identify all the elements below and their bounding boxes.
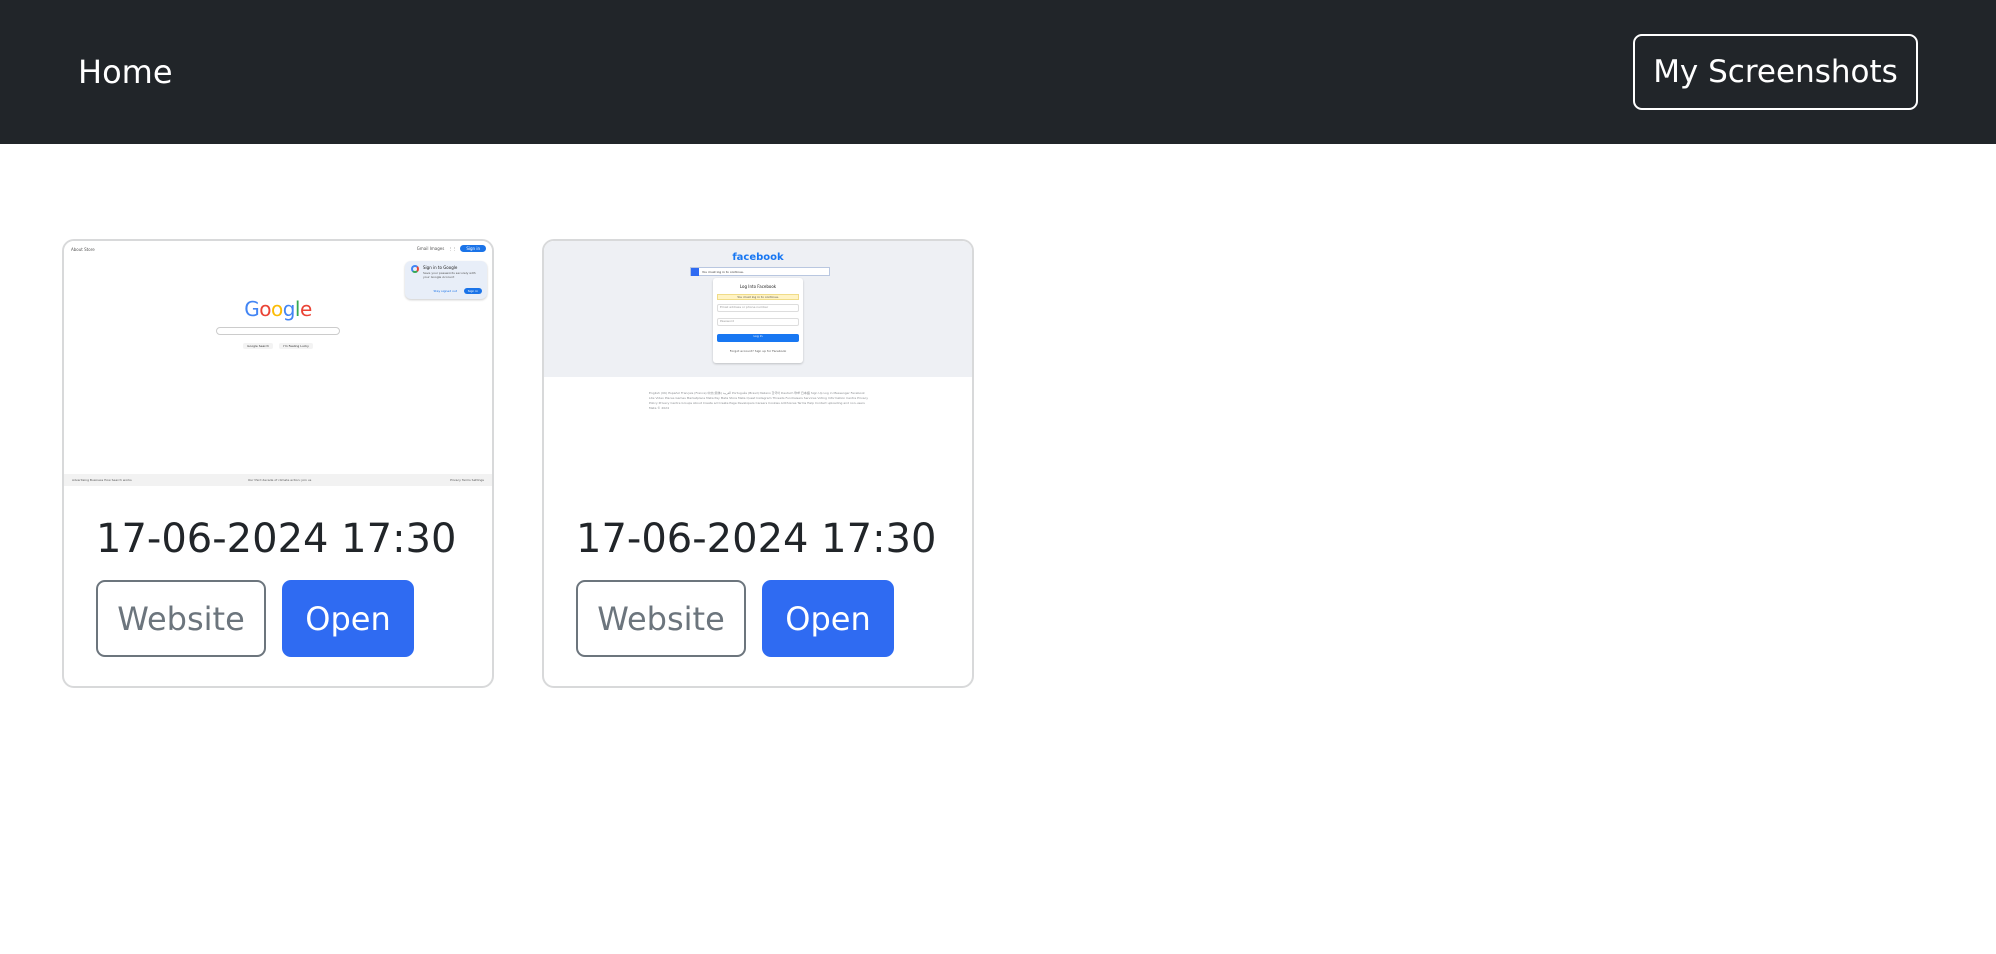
google-signin-popup: Sign in to Google Save your passwords se… <box>405 261 487 299</box>
footer-right: Privacy Terms Settings <box>450 478 484 482</box>
open-button[interactable]: Open <box>762 580 894 657</box>
footer-left: Advertising Business How Search works <box>72 478 132 482</box>
open-button[interactable]: Open <box>282 580 414 657</box>
popup-title: Sign in to Google <box>423 265 458 270</box>
screenshot-thumbnail[interactable]: About Store Gmail Images ⋮⋮ Sign in Sign… <box>64 241 492 486</box>
email-field: Email address or phone number <box>717 304 799 312</box>
logo-letter: G <box>244 297 260 321</box>
facebook-footer-links: English (UK) Español Français (France) 中… <box>649 391 868 410</box>
login-title: Log Into Facebook <box>739 284 777 289</box>
google-search-box <box>216 327 340 335</box>
logo-letter: o <box>270 297 283 321</box>
website-button[interactable]: Website <box>96 580 266 657</box>
card-date: 17-06-2024 17:30 <box>576 516 937 562</box>
google-top-links: About Store <box>71 247 95 252</box>
screenshot-card: facebook You must log in to continue. Lo… <box>542 239 974 688</box>
google-logo: Google <box>64 297 492 321</box>
google-footer: Advertising Business How Search works Ou… <box>64 474 492 486</box>
google-page-preview: About Store Gmail Images ⋮⋮ Sign in Sign… <box>64 241 492 486</box>
card-date: 17-06-2024 17:30 <box>96 516 457 562</box>
facebook-page-preview: facebook You must log in to continue. Lo… <box>544 241 972 486</box>
facebook-login-box: Log Into Facebook You must log in to con… <box>713 278 803 363</box>
google-top-right: Gmail Images ⋮⋮ Sign in <box>417 245 486 252</box>
logo-letter: o <box>259 297 271 321</box>
navbar: Home My Screenshots <box>0 0 1996 144</box>
facebook-logo: facebook <box>732 252 784 263</box>
facebook-notice-bar: You must log in to continue. <box>690 267 830 276</box>
info-icon <box>691 268 699 276</box>
google-search-btn: Google Search <box>243 343 273 349</box>
password-field: Password <box>717 318 799 326</box>
google-lucky-btn: I'm Feeling Lucky <box>279 343 313 349</box>
website-button[interactable]: Website <box>576 580 746 657</box>
screenshot-card: About Store Gmail Images ⋮⋮ Sign in Sign… <box>62 239 494 688</box>
apps-grid-icon: ⋮⋮ <box>448 246 457 251</box>
logo-letter: e <box>299 297 312 321</box>
my-screenshots-button[interactable]: My Screenshots <box>1633 34 1918 110</box>
screenshot-thumbnail[interactable]: facebook You must log in to continue. Lo… <box>544 241 972 486</box>
popup-stay: Stay signed out <box>433 289 457 293</box>
footer-center: Our third decade of climate action: join… <box>248 478 312 482</box>
notice-text: You must log in to continue. <box>702 270 744 274</box>
google-g-icon <box>411 265 419 273</box>
google-top-right-links: Gmail Images <box>416 246 445 251</box>
login-button: Log In <box>717 334 799 342</box>
google-buttons: Google Search I'm Feeling Lucky <box>64 343 492 349</box>
home-link[interactable]: Home <box>78 50 173 94</box>
signup-link: Forgot account? Sign up for Facebook <box>729 349 787 353</box>
popup-desc: Save your passwords securely with your G… <box>423 271 476 279</box>
login-warning: You must log in to continue. <box>717 294 799 300</box>
logo-letter: g <box>282 297 296 321</box>
popup-signin: Sign in <box>463 288 482 294</box>
google-signin-mini: Sign in <box>460 245 486 252</box>
